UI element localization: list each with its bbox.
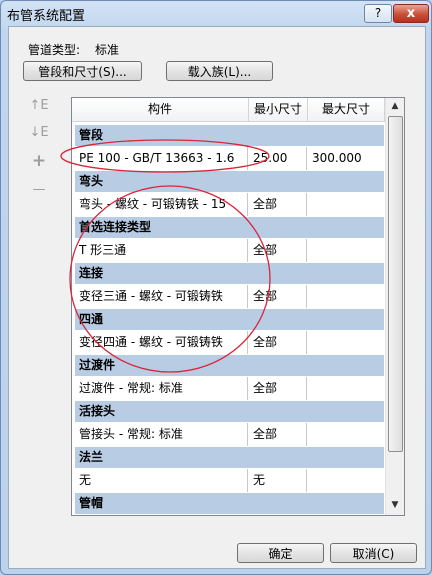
table-row[interactable]: 管帽 - 常规: 标准全部 bbox=[75, 515, 384, 516]
grid-header: 构件 最小尺寸 最大尺寸 bbox=[72, 98, 385, 122]
pipe-type-value: 标准 bbox=[95, 43, 120, 57]
scroll-down-icon[interactable]: ▼ bbox=[386, 497, 404, 514]
min-size-cell[interactable]: 全部 bbox=[249, 515, 307, 516]
max-size-cell[interactable] bbox=[308, 377, 384, 400]
segments-and-sizes-button[interactable]: 管段和尺寸(S)... bbox=[23, 61, 142, 81]
min-size-cell[interactable]: 无 bbox=[249, 469, 307, 492]
add-row-icon[interactable]: + bbox=[29, 151, 49, 171]
table-row[interactable]: 变径四通 - 螺纹 - 可锻铸铁 全部 bbox=[75, 331, 384, 355]
min-size-cell[interactable]: 全部 bbox=[249, 331, 307, 354]
component-cell[interactable]: 变径四通 - 螺纹 - 可锻铸铁 bbox=[75, 331, 248, 354]
component-cell[interactable]: 过渡件 - 常规: 标准 bbox=[75, 377, 248, 400]
scroll-up-icon[interactable]: ▲ bbox=[386, 98, 404, 115]
header-component[interactable]: 构件 bbox=[72, 98, 249, 121]
ok-button[interactable]: 确定 bbox=[237, 543, 324, 563]
title-bar: 布管系统配置 ? x bbox=[1, 1, 431, 25]
load-family-button[interactable]: 载入族(L)... bbox=[166, 61, 273, 81]
component-cell[interactable]: PE 100 - GB/T 13663 - 1.6 bbox=[75, 147, 248, 170]
window-title: 布管系统配置 bbox=[7, 9, 86, 24]
min-size-cell[interactable]: 全部 bbox=[249, 423, 307, 446]
group-header[interactable]: 管帽 bbox=[75, 493, 384, 515]
scroll-thumb[interactable] bbox=[388, 116, 403, 452]
max-size-cell[interactable] bbox=[308, 331, 384, 354]
max-size-cell[interactable] bbox=[308, 469, 384, 492]
table-row[interactable]: 无无 bbox=[75, 469, 384, 493]
remove-row-icon[interactable]: — bbox=[29, 182, 49, 198]
group-header[interactable]: 管段 bbox=[75, 125, 384, 147]
table-row[interactable]: T 形三通 全部 bbox=[75, 239, 384, 263]
component-cell[interactable]: 弯头 - 螺纹 - 可锻铸铁 - 15 bbox=[75, 193, 248, 216]
close-button[interactable]: x bbox=[393, 4, 429, 23]
dialog-window: 布管系统配置 ? x 管道类型: 标准 管段和尺寸(S)... 载入族(L)..… bbox=[0, 0, 432, 575]
move-up-icon[interactable]: ↑E bbox=[29, 98, 49, 114]
min-size-cell[interactable]: 全部 bbox=[249, 285, 307, 308]
group-header[interactable]: 弯头 bbox=[75, 171, 384, 193]
max-size-cell[interactable] bbox=[308, 193, 384, 216]
component-cell[interactable]: 管接头 - 常规: 标准 bbox=[75, 423, 248, 446]
grid-rows: 管段 PE 100 - GB/T 13663 - 1.6 25.00 300.000 弯… bbox=[75, 125, 384, 516]
max-size-cell[interactable] bbox=[308, 515, 384, 516]
min-size-cell[interactable]: 全部 bbox=[249, 239, 307, 262]
component-cell[interactable]: 变径三通 - 螺纹 - 可锻铸铁 bbox=[75, 285, 248, 308]
group-header[interactable]: 活接头 bbox=[75, 401, 384, 423]
max-size-cell[interactable] bbox=[308, 285, 384, 308]
min-size-cell[interactable]: 全部 bbox=[249, 377, 307, 400]
pipe-type-label: 管道类型: bbox=[28, 43, 81, 57]
group-header[interactable]: 法兰 bbox=[75, 447, 384, 469]
group-header[interactable]: 四通 bbox=[75, 309, 384, 331]
move-down-icon[interactable]: ↓E bbox=[29, 125, 49, 141]
table-row[interactable]: 管接头 - 常规: 标准 全部 bbox=[75, 423, 384, 447]
table-row[interactable]: 变径三通 - 螺纹 - 可锻铸铁 全部 bbox=[75, 285, 384, 309]
component-cell[interactable]: T 形三通 bbox=[75, 239, 248, 262]
group-header[interactable]: 过渡件 bbox=[75, 355, 384, 377]
header-min-size[interactable]: 最小尺寸 bbox=[249, 98, 308, 121]
component-cell[interactable]: 无 bbox=[75, 469, 248, 492]
table-row[interactable]: PE 100 - GB/T 13663 - 1.6 25.00 300.000 bbox=[75, 147, 384, 171]
max-size-cell[interactable] bbox=[308, 423, 384, 446]
header-max-size[interactable]: 最大尺寸 bbox=[308, 98, 385, 121]
component-cell[interactable]: 管帽 - 常规: 标准 bbox=[75, 515, 248, 516]
table-row[interactable]: 弯头 - 螺纹 - 可锻铸铁 - 15 全部 bbox=[75, 193, 384, 217]
dialog-body: 管道类型: 标准 管段和尺寸(S)... 载入族(L)... ↑E ↓E + —… bbox=[8, 26, 426, 569]
table-row[interactable]: 过渡件 - 常规: 标准 全部 bbox=[75, 377, 384, 401]
help-button[interactable]: ? bbox=[364, 4, 392, 23]
min-size-cell[interactable]: 25.00 bbox=[249, 147, 307, 170]
grid-scrollbar[interactable]: ▲ ▼ bbox=[385, 98, 404, 515]
cancel-button[interactable]: 取消(C) bbox=[330, 543, 417, 563]
min-size-cell[interactable]: 全部 bbox=[249, 193, 307, 216]
max-size-cell[interactable] bbox=[308, 239, 384, 262]
group-header[interactable]: 连接 bbox=[75, 263, 384, 285]
group-header[interactable]: 首选连接类型 bbox=[75, 217, 384, 239]
max-size-cell[interactable]: 300.000 bbox=[308, 147, 384, 170]
routing-preferences-grid: 构件 最小尺寸 最大尺寸 管段 PE 100 - GB/T 13663 - 1.6… bbox=[71, 97, 405, 516]
